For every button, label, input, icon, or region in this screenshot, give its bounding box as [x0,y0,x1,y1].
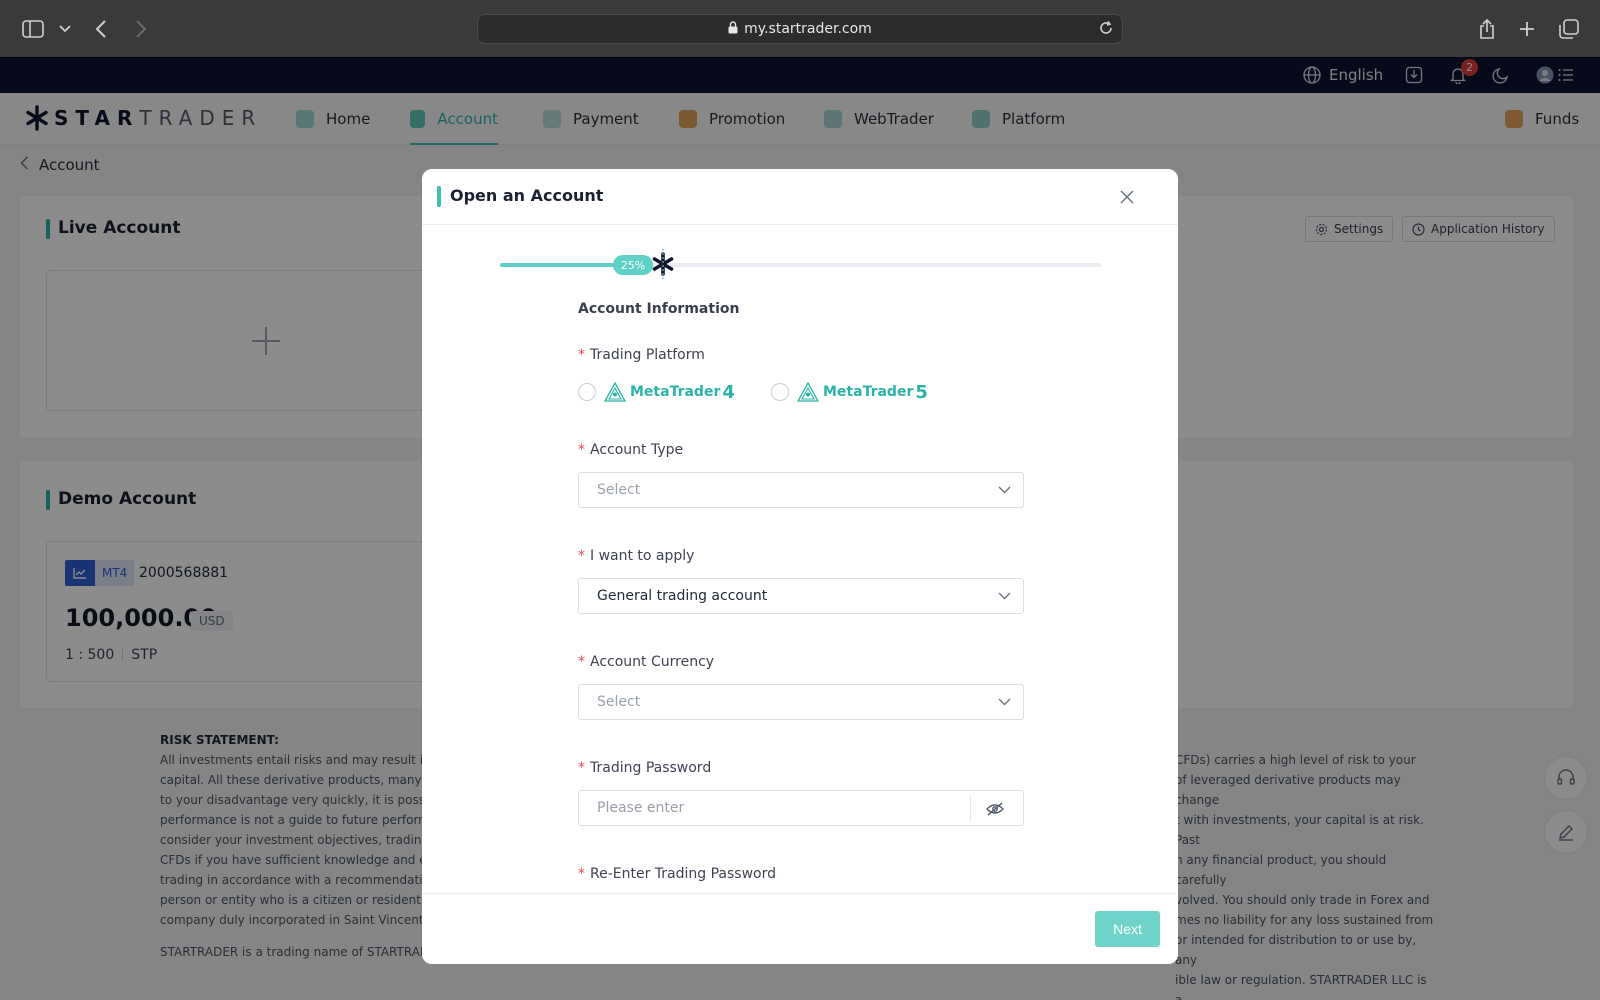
chevron-down-icon [998,589,1011,607]
next-button[interactable]: Next [1095,911,1160,947]
section-heading: Account Information [578,301,740,317]
required-mark: * [578,347,585,363]
dialog-footer: Next [422,893,1178,964]
sidebar-toggle-icon[interactable] [20,16,46,42]
platform-option-mt4[interactable]: MetaTrader 4 [578,382,771,403]
required-mark: * [578,442,585,458]
progress-bar [500,263,1101,267]
required-mark: * [578,654,585,670]
required-mark: * [578,866,585,882]
new-tab-icon[interactable] [1514,16,1540,42]
tabs-overview-icon[interactable] [1556,16,1582,42]
reload-icon[interactable] [1098,20,1114,40]
metatrader5-logo: MetaTrader 5 [797,382,928,403]
apply-value: General trading account [597,588,768,604]
trading-platform-label: * Trading Platform [578,347,705,363]
account-type-select[interactable]: Select [578,472,1024,508]
metatrader4-logo: MetaTrader 4 [604,382,735,403]
lock-icon [728,20,738,38]
account-form: Account Information * Trading Platform M… [578,301,1024,907]
back-icon[interactable] [88,16,114,42]
account-type-label: * Account Type [578,442,684,458]
progress-star-icon [652,249,674,279]
close-icon[interactable] [1114,184,1140,210]
share-icon[interactable] [1474,16,1500,42]
address-bar[interactable]: my.startrader.com [477,14,1123,44]
required-mark: * [578,548,585,564]
required-mark: * [578,760,585,776]
password-label: * Trading Password [578,760,712,776]
password-field [578,790,1024,826]
currency-select[interactable]: Select [578,684,1024,720]
dialog-header: Open an Account [422,169,1178,225]
progress-percent: 25% [613,255,653,275]
browser-toolbar: my.startrader.com [0,0,1600,57]
apply-label: * I want to apply [578,548,695,564]
account-type-value: Select [597,482,641,498]
forward-icon[interactable] [128,16,154,42]
title-accent-bar [437,186,441,207]
chevron-down-icon [998,695,1011,713]
currency-label: * Account Currency [578,654,715,670]
metatrader-icon [604,382,626,402]
divider [970,796,971,822]
platform-option-mt5[interactable]: MetaTrader 5 [771,382,928,403]
reenter-password-label: * Re-Enter Trading Password [578,866,776,882]
chevron-down-icon [998,483,1011,501]
radio-mt4[interactable] [578,383,596,401]
apply-select[interactable]: General trading account [578,578,1024,614]
eye-off-icon[interactable] [983,798,1007,820]
radio-mt5[interactable] [771,383,789,401]
dialog-title: Open an Account [450,186,604,205]
platform-radio-group: MetaTrader 4 MetaTrader 5 [578,377,1024,407]
chevron-down-icon[interactable] [52,16,78,42]
password-input[interactable] [579,791,959,825]
url-text: my.startrader.com [744,21,872,37]
metatrader-icon [797,382,819,402]
open-account-dialog: Open an Account 25% Account Information … [422,169,1178,964]
currency-value: Select [597,694,641,710]
